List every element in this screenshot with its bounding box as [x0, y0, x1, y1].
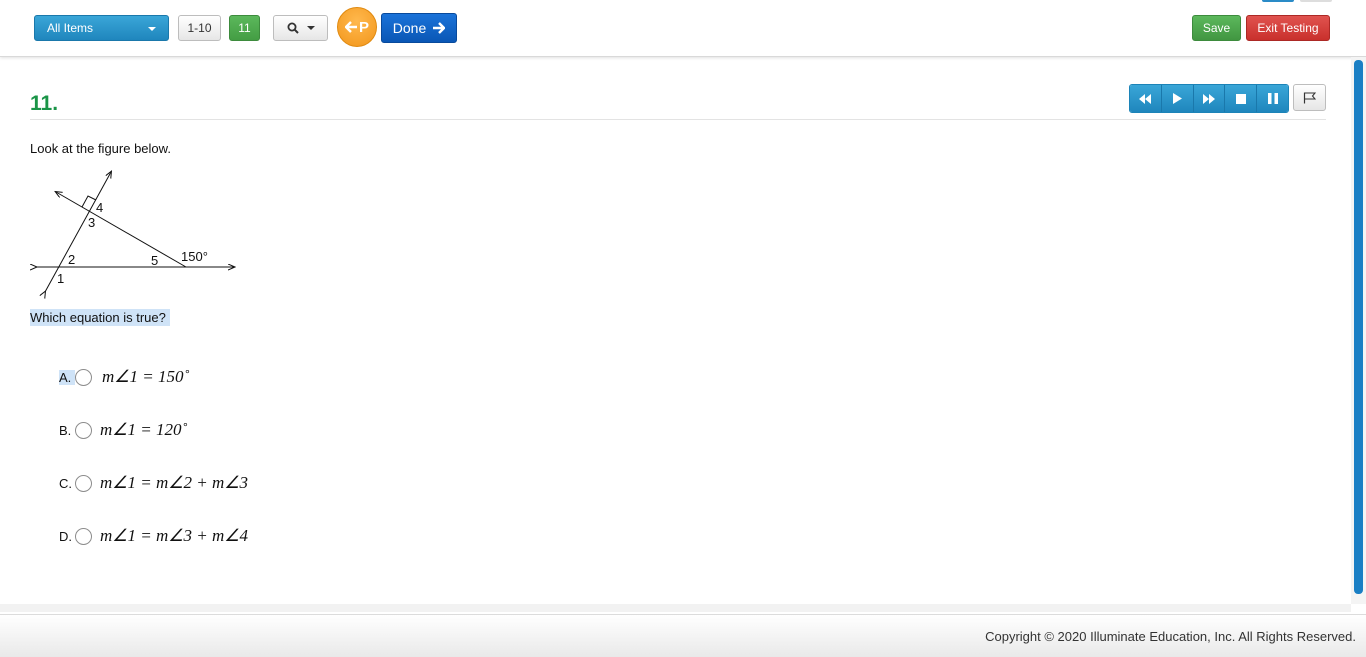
answer-choice-b[interactable]: B. m∠1 = 120˚: [59, 419, 187, 441]
rewind-icon: [1139, 93, 1152, 104]
arrow-left-icon: [344, 21, 357, 33]
arrow-right-icon: [433, 22, 446, 34]
exit-testing-button[interactable]: Exit Testing: [1246, 15, 1330, 41]
items-dropdown[interactable]: All Items: [34, 15, 169, 41]
angle-label-3: 3: [88, 215, 95, 230]
current-item-button[interactable]: 11: [229, 15, 260, 41]
angle-label-150: 150°: [181, 249, 208, 264]
scrollbar-thumb[interactable]: [1354, 60, 1363, 594]
copyright-text: Copyright © 2020 Illuminate Education, I…: [985, 629, 1356, 644]
angle-label-2: 2: [68, 252, 75, 267]
slanted-line: [56, 192, 187, 268]
play-icon: [1173, 93, 1183, 104]
angle-label-1: 1: [57, 271, 64, 286]
choice-math: m∠1 = 150˚: [102, 367, 190, 386]
choice-math: m∠1 = m∠3 + m∠4: [100, 526, 248, 545]
angle-label-4: 4: [96, 200, 103, 215]
answer-choice-c[interactable]: C. m∠1 = m∠2 + m∠3: [59, 472, 248, 494]
chevron-down-icon: [306, 26, 315, 30]
done-button[interactable]: Done: [381, 13, 457, 43]
choice-radio[interactable]: [75, 421, 92, 439]
fast-forward-button[interactable]: [1193, 85, 1226, 112]
chevron-down-icon: [148, 27, 156, 31]
choice-letter: B.: [59, 422, 72, 438]
search-tools-button[interactable]: [273, 15, 328, 41]
transversal-line: [45, 172, 111, 292]
question-number: 11.: [30, 92, 59, 115]
save-button[interactable]: Save: [1192, 15, 1241, 41]
pointer-tool-label: P: [358, 18, 369, 36]
flag-icon: [1303, 91, 1316, 103]
pause-icon: [1267, 93, 1278, 104]
question-prompt: Which equation is true?: [30, 309, 170, 326]
choice-math: m∠1 = m∠2 + m∠3: [100, 473, 248, 492]
pause-button[interactable]: [1257, 85, 1288, 112]
top-edge-tab[interactable]: [1262, 0, 1294, 2]
choice-radio[interactable]: [75, 474, 92, 492]
fast-forward-icon: [1202, 93, 1215, 104]
stop-button[interactable]: [1225, 85, 1258, 112]
answer-choice-a[interactable]: A. m∠1 = 150˚: [59, 366, 189, 388]
flag-question-button[interactable]: [1293, 84, 1326, 111]
choice-letter: A.: [59, 369, 75, 385]
audio-player-controls: [1129, 84, 1289, 113]
choice-math: m∠1 = 120˚: [100, 420, 188, 439]
angle-figure: 4 3 2 5 1 150°: [28, 167, 240, 299]
pointer-tool-button[interactable]: P: [337, 7, 377, 47]
angle-label-5: 5: [151, 253, 158, 268]
play-button[interactable]: [1161, 85, 1194, 112]
choice-radio[interactable]: [75, 527, 92, 545]
stop-icon: [1235, 93, 1246, 104]
question-stem: Look at the figure below.: [30, 141, 171, 156]
items-dropdown-label: All Items: [47, 21, 94, 35]
item-range-button[interactable]: 1-10: [178, 15, 221, 41]
choice-radio[interactable]: [75, 368, 92, 386]
header-divider: [30, 119, 1326, 120]
rewind-button[interactable]: [1130, 85, 1162, 112]
done-label: Done: [392, 20, 427, 36]
top-toolbar: All Items 1-10 11 P Done Save Exit Testi…: [0, 0, 1366, 57]
search-icon: [287, 22, 299, 34]
horizontal-scroll-area: [0, 604, 1351, 612]
footer: Copyright © 2020 Illuminate Education, I…: [0, 614, 1366, 657]
choice-letter: D.: [59, 528, 72, 544]
choice-letter: C.: [59, 475, 72, 491]
top-edge-tab[interactable]: [1300, 0, 1332, 2]
answer-choice-d[interactable]: D. m∠1 = m∠3 + m∠4: [59, 525, 248, 547]
right-angle-mark: [81, 195, 97, 208]
